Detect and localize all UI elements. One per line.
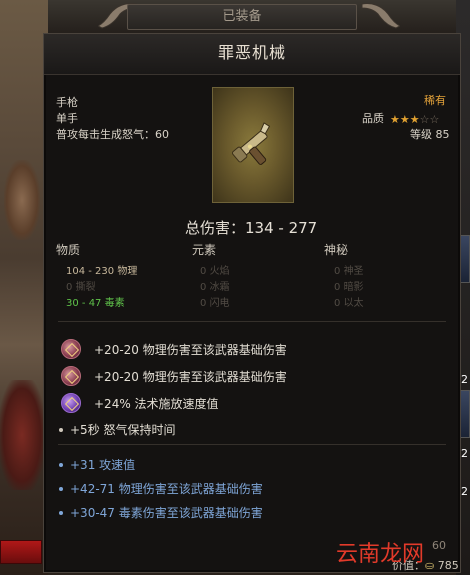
- quality-stars: ★★★☆☆: [390, 108, 439, 127]
- damage-physical: 104 - 230 物理: [66, 262, 137, 277]
- damage-holy: 0 神圣: [334, 262, 364, 277]
- item-level: 等级 85: [410, 128, 450, 141]
- gem-affix: +24% 法术施放速度值: [94, 397, 219, 411]
- gold-coin-icon: ⛀: [425, 559, 435, 572]
- damage-value: 104 - 230: [66, 266, 115, 277]
- bullet-icon: [59, 463, 63, 467]
- item-name: 罪恶机械: [44, 34, 460, 75]
- item-type: 手枪: [56, 96, 78, 109]
- total-damage-value: 134 - 277: [245, 219, 318, 237]
- star-filled-icon: ★: [399, 113, 410, 126]
- damage-type: 闪电: [209, 298, 230, 309]
- damage-frost: 0 冰霜: [200, 278, 230, 293]
- divider: [58, 444, 446, 445]
- fire-gem-icon: [61, 339, 81, 359]
- damage-type: 火焰: [209, 266, 230, 277]
- star-empty-icon: ☆: [429, 113, 440, 126]
- gem-affix: +20-20 物理伤害至该武器基础伤害: [94, 370, 287, 384]
- damage-value: 0: [66, 282, 73, 293]
- damage-value: 0: [334, 282, 341, 293]
- damage-type: 冰霜: [209, 282, 230, 293]
- bullet-icon: [59, 487, 63, 491]
- star-filled-icon: ★: [390, 113, 400, 126]
- item-portrait: [212, 87, 294, 203]
- arcane-gem-icon: [61, 393, 81, 413]
- fury-generation: 普攻每击生成怒气：60: [56, 128, 169, 141]
- damage-type: 毒素: [104, 298, 125, 309]
- damage-value: 0: [200, 266, 207, 277]
- damage-value: 0: [200, 298, 207, 309]
- bullet-icon: [59, 428, 63, 432]
- total-damage: 总伤害：134 - 277: [185, 217, 317, 238]
- damage-type: 撕裂: [75, 282, 96, 293]
- magic-affix: +31 攻速值: [70, 458, 136, 472]
- column-physical: 物质: [56, 243, 81, 257]
- damage-lightning: 0 闪电: [200, 294, 230, 309]
- rarity-label: 稀有: [424, 94, 446, 107]
- skill-slot-count: 2: [461, 447, 468, 460]
- equipped-label: 已装备: [127, 4, 357, 30]
- damage-value: 0: [334, 266, 341, 277]
- damage-type: 物理: [117, 266, 138, 277]
- pistol-icon: [231, 122, 271, 165]
- damage-value: 0: [334, 298, 341, 309]
- skill-slot-count: 2: [461, 485, 468, 498]
- divider: [58, 321, 446, 322]
- item-tooltip: 罪恶机械 手枪 单手 普攻每击生成怒气：60 稀有 品质 ★★★☆☆ 等级 85…: [43, 33, 461, 573]
- damage-type: 以太: [343, 298, 364, 309]
- damage-ether: 0 以太: [334, 294, 364, 309]
- magic-affix: +42-71 物理伤害至该武器基础伤害: [70, 482, 263, 496]
- watermark: 云南龙网: [336, 542, 425, 567]
- damage-shadow: 0 暗影: [334, 278, 364, 293]
- gem-affix: +20-20 物理伤害至该武器基础伤害: [94, 343, 287, 357]
- magic-affix: +30-47 毒素伤害至该武器基础伤害: [70, 506, 263, 520]
- star-filled-icon: ★: [409, 113, 420, 126]
- damage-value: 30 - 47: [66, 298, 102, 309]
- quality-label: 品质: [362, 112, 384, 125]
- item-hand: 单手: [56, 112, 78, 125]
- world-scene-left: [0, 0, 48, 575]
- damage-type: 神圣: [343, 266, 364, 277]
- damage-rend: 0 撕裂: [66, 278, 96, 293]
- base-affix: +5秒 怒气保持时间: [70, 423, 176, 437]
- damage-type: 暗影: [343, 282, 364, 293]
- corner-level: 60: [432, 539, 446, 552]
- damage-fire: 0 火焰: [200, 262, 230, 277]
- column-elemental: 元素: [192, 243, 217, 257]
- column-mystic: 神秘: [324, 243, 349, 257]
- damage-poison: 30 - 47 毒素: [66, 294, 125, 309]
- fire-gem-icon: [61, 366, 81, 386]
- sell-value-amount: 785: [437, 559, 459, 572]
- damage-value: 0: [200, 282, 207, 293]
- skill-slot-count: 2: [461, 373, 468, 386]
- bullet-icon: [59, 511, 63, 515]
- ornament-right-icon: [361, 3, 400, 29]
- star-empty-icon: ☆: [419, 113, 430, 126]
- health-bar: [0, 540, 42, 564]
- total-damage-label: 总伤害：: [185, 219, 246, 237]
